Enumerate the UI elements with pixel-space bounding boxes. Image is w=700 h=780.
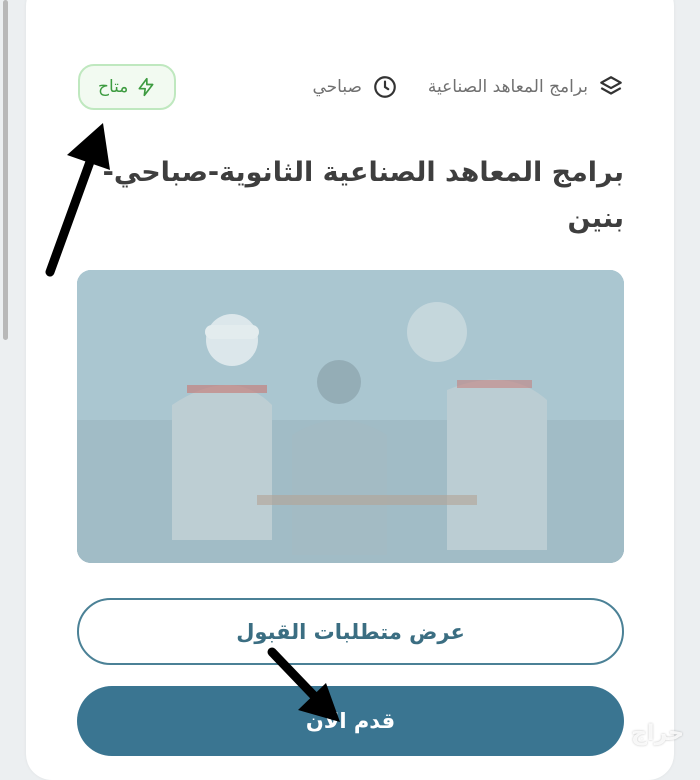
category-label: برامج المعاهد الصناعية bbox=[428, 77, 588, 97]
schedule-label: صباحي bbox=[312, 77, 361, 97]
apply-now-button[interactable]: قدم الآن bbox=[77, 686, 624, 756]
clock-icon bbox=[372, 74, 398, 100]
schedule-meta: صباحي bbox=[312, 74, 397, 100]
category-meta: برامج المعاهد الصناعية bbox=[428, 74, 624, 100]
workshop-illustration bbox=[77, 270, 624, 563]
status-label: متاح bbox=[98, 77, 128, 97]
watermark: حراج bbox=[631, 721, 684, 746]
apply-now-label: قدم الآن bbox=[306, 709, 395, 733]
lightning-icon bbox=[136, 77, 156, 97]
view-requirements-button[interactable]: عرض متطلبات القبول bbox=[77, 598, 624, 665]
program-title: برامج المعاهد الصناعية الثانوية-صباحي-بن… bbox=[94, 150, 624, 242]
workshop-photo bbox=[77, 270, 624, 563]
view-requirements-label: عرض متطلبات القبول bbox=[236, 620, 465, 644]
program-meta-row: برامج المعاهد الصناعية صباحي متاح bbox=[78, 63, 624, 111]
page-scrollbar[interactable] bbox=[3, 0, 8, 340]
status-badge: متاح bbox=[78, 64, 176, 110]
layers-icon bbox=[598, 74, 624, 100]
